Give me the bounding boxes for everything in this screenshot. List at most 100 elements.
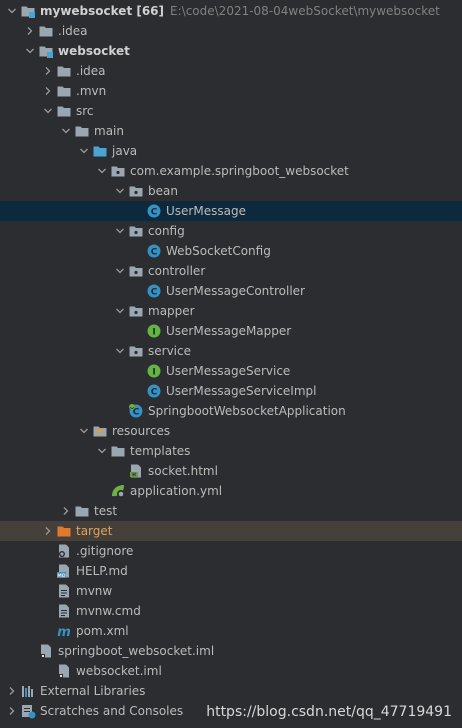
tree-row[interactable]: MD HELP.md: [0, 561, 462, 581]
chevron-down-icon[interactable]: [112, 341, 128, 361]
tree-row[interactable]: target: [0, 521, 462, 541]
tree-row-label: mvnw.cmd: [76, 604, 141, 618]
watermark-text: https://blog.csdn.net/qq_47719491: [206, 704, 452, 720]
tree-row-label: controller: [148, 264, 206, 278]
tree-row-label: SpringbootWebsocketApplication: [148, 404, 346, 418]
tree-row[interactable]: springboot_websocket.iml: [0, 641, 462, 661]
project-tree: mywebsocket [66] E:\code\2021-08-04webSoc…: [0, 0, 462, 728]
tree-row[interactable]: I UserMessageService: [0, 361, 462, 381]
chevron-down-icon[interactable]: [112, 181, 128, 201]
tree-row[interactable]: main: [0, 121, 462, 141]
gitignore-icon: [56, 543, 72, 559]
tree-row-label: .idea: [58, 24, 88, 38]
interface-icon: I: [146, 363, 162, 379]
tree-row[interactable]: m pom.xml: [0, 621, 462, 641]
tree-row[interactable]: C WebSocketConfig: [0, 241, 462, 261]
tree-row[interactable]: java: [0, 141, 462, 161]
svg-text:C: C: [151, 287, 158, 297]
text-file-icon: [56, 583, 72, 599]
tree-row-label: main: [94, 124, 124, 138]
tree-row[interactable]: C UserMessageServiceImpl: [0, 381, 462, 401]
markdown-icon: MD: [56, 563, 72, 579]
tree-row[interactable]: controller: [0, 261, 462, 281]
tree-row[interactable]: mvnw: [0, 581, 462, 601]
tree-row[interactable]: resources: [0, 421, 462, 441]
maven-icon: m: [56, 623, 72, 639]
tree-row[interactable]: src: [0, 101, 462, 121]
chevron-right-icon[interactable]: [22, 21, 38, 41]
tree-row[interactable]: application.yml: [0, 481, 462, 501]
tree-row[interactable]: websocket.iml: [0, 661, 462, 681]
svg-text:I: I: [152, 367, 155, 377]
tree-row[interactable]: .idea: [0, 21, 462, 41]
package-icon: [128, 343, 144, 359]
svg-text:C: C: [151, 387, 158, 397]
package-icon: [110, 163, 126, 179]
chevron-down-icon[interactable]: [94, 441, 110, 461]
tree-row[interactable]: bean: [0, 181, 462, 201]
chevron-down-icon[interactable]: [94, 161, 110, 181]
chevron-down-icon[interactable]: [22, 41, 38, 61]
tree-row[interactable]: C SpringbootWebsocketApplication: [0, 401, 462, 421]
chevron-down-icon[interactable]: [112, 301, 128, 321]
tree-row[interactable]: .gitignore: [0, 541, 462, 561]
chevron-right-icon[interactable]: [58, 501, 74, 521]
resources-folder-icon: [92, 423, 108, 439]
chevron-right-icon[interactable]: [4, 701, 20, 721]
tree-row[interactable]: C UserMessageController: [0, 281, 462, 301]
chevron-down-icon[interactable]: [76, 421, 92, 441]
tree-row[interactable]: mywebsocket [66] E:\code\2021-08-04webSoc…: [0, 1, 462, 21]
tree-row[interactable]: .idea: [0, 61, 462, 81]
tree-row-label: UserMessageController: [166, 284, 305, 298]
source-folder-icon: [92, 143, 108, 159]
tree-row-label: config: [148, 224, 185, 238]
chevron-down-icon[interactable]: [76, 141, 92, 161]
tree-row-label: WebSocketConfig: [166, 244, 271, 258]
chevron-down-icon[interactable]: [40, 101, 56, 121]
chevron-right-icon[interactable]: [40, 61, 56, 81]
tree-row-label: resources: [112, 424, 171, 438]
tree-row-label: socket.html: [148, 464, 218, 478]
chevron-down-icon[interactable]: [4, 1, 20, 21]
tree-row[interactable]: mapper: [0, 301, 462, 321]
module-folder-icon: [20, 3, 36, 19]
tree-row[interactable]: websocket: [0, 41, 462, 61]
tree-row[interactable]: .mvn: [0, 81, 462, 101]
folder-icon: [74, 123, 90, 139]
tree-row-label: Scratches and Consoles: [40, 704, 184, 718]
tree-row-label: UserMessageService: [166, 364, 291, 378]
svg-text:H: H: [132, 472, 136, 478]
chevron-down-icon[interactable]: [112, 221, 128, 241]
tree-row[interactable]: templates: [0, 441, 462, 461]
tree-row[interactable]: com.example.springboot_websocket: [0, 161, 462, 181]
svg-text:C: C: [151, 207, 158, 217]
tree-row[interactable]: config: [0, 221, 462, 241]
tree-row-label: External Libraries: [40, 684, 146, 698]
class-icon: C: [146, 283, 162, 299]
tree-row[interactable]: Hsocket.html: [0, 461, 462, 481]
tree-row-label: mapper: [148, 304, 195, 318]
tree-row[interactable]: test: [0, 501, 462, 521]
tree-row[interactable]: I UserMessageMapper: [0, 321, 462, 341]
tree-row-label: templates: [130, 444, 191, 458]
tree-row-label: .gitignore: [76, 544, 134, 558]
tree-row-label: .idea: [76, 64, 106, 78]
tree-row[interactable]: service: [0, 341, 462, 361]
chevron-right-icon[interactable]: [40, 81, 56, 101]
tree-row[interactable]: C UserMessage: [0, 201, 462, 221]
chevron-right-icon[interactable]: [4, 681, 20, 701]
tree-row-label: target: [76, 524, 113, 538]
tree-row[interactable]: External Libraries: [0, 681, 462, 701]
chevron-right-icon[interactable]: [40, 521, 56, 541]
folder-icon: [110, 443, 126, 459]
tree-row-label: mywebsocket [66]: [40, 4, 165, 18]
tree-row-label: UserMessageServiceImpl: [166, 384, 317, 398]
package-icon: [128, 183, 144, 199]
chevron-down-icon[interactable]: [112, 261, 128, 281]
tree-row[interactable]: mvnw.cmd: [0, 601, 462, 621]
folder-icon: [56, 103, 72, 119]
package-icon: [128, 303, 144, 319]
chevron-down-icon[interactable]: [58, 121, 74, 141]
tree-row-label: service: [148, 344, 191, 358]
tree-row-label: springboot_websocket.iml: [58, 644, 215, 658]
